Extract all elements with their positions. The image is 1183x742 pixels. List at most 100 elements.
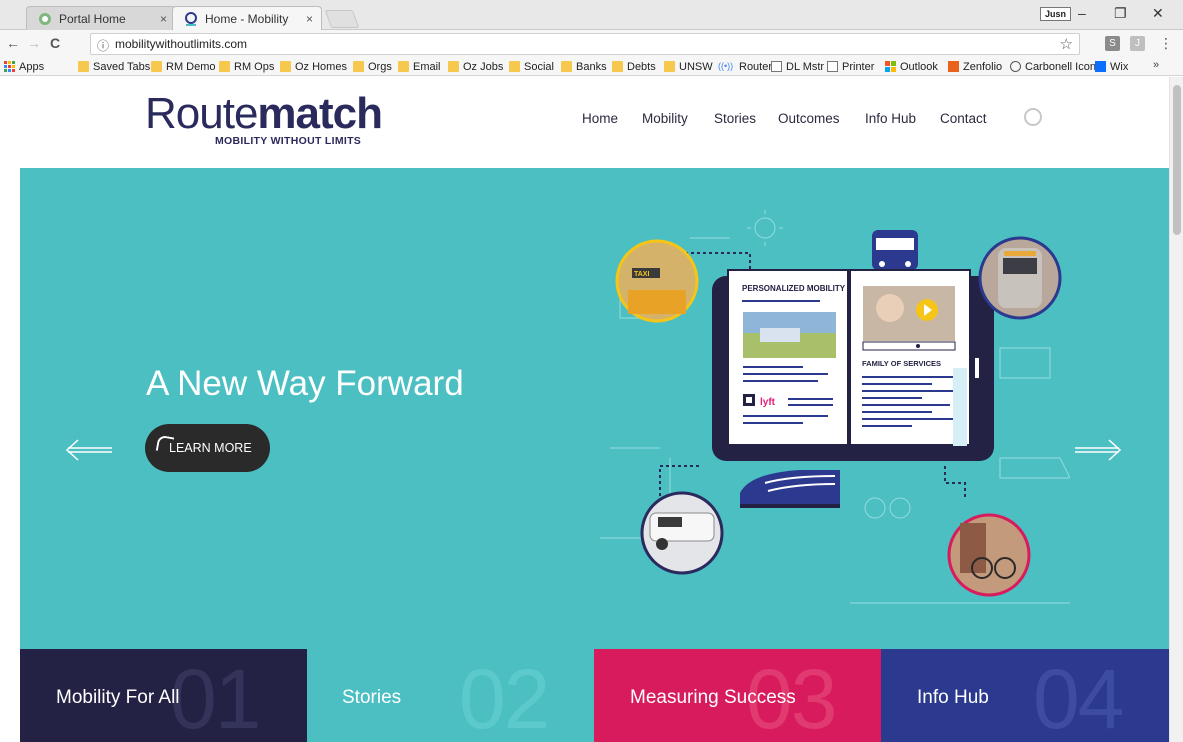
bookmark-wix[interactable]: Wix [1095, 60, 1128, 74]
tab-label: Portal Home [59, 12, 126, 26]
nav-info-hub[interactable]: Info Hub [865, 111, 916, 126]
taxi-photo: TAXI [615, 239, 699, 323]
logo-wordmark: Routematch [145, 89, 383, 138]
browser-menu-icon[interactable]: ⋮ [1159, 35, 1173, 52]
back-icon[interactable]: ← [6, 35, 20, 51]
reload-icon[interactable]: C [50, 35, 60, 51]
bookmarks-overflow-icon[interactable]: » [1153, 59, 1159, 71]
lyft-logo: lyft [760, 397, 776, 408]
tab-portal-home[interactable]: Portal Home × [26, 6, 176, 30]
tram-photo [978, 236, 1062, 320]
tab-mobility-home[interactable]: Home - Mobility Withou × [172, 6, 322, 50]
windows-icon [885, 61, 896, 72]
bookmark-apps[interactable]: Apps [4, 60, 44, 74]
bookmark-oz-jobs[interactable]: Oz Jobs [448, 60, 503, 74]
window-close-icon[interactable]: ✕ [1152, 5, 1164, 22]
folder-icon [151, 61, 162, 72]
minimize-icon[interactable]: – [1078, 5, 1086, 21]
nav-home[interactable]: Home [582, 111, 618, 126]
tile-mobility-for-all[interactable]: 01 Mobility For All [20, 649, 307, 742]
search-icon[interactable] [1024, 108, 1042, 126]
bookmark-unsw[interactable]: UNSW [664, 60, 713, 74]
bookmark-outlook[interactable]: Outlook [885, 60, 938, 74]
bookmark-zenfolio[interactable]: Zenfolio [948, 60, 1002, 74]
page-scrollbar[interactable] [1169, 77, 1183, 742]
wix-icon [1095, 61, 1106, 72]
folder-icon [509, 61, 520, 72]
button-arc-icon [155, 434, 175, 454]
bookmark-debts[interactable]: Debts [612, 60, 656, 74]
tile-label: Info Hub [917, 687, 989, 708]
bookmark-star-icon[interactable]: ☆ [1060, 35, 1073, 53]
restore-icon[interactable]: ❐ [1114, 5, 1127, 22]
folder-icon [280, 61, 291, 72]
page-left-heading: PERSONALIZED MOBILITY [742, 284, 846, 293]
bookmark-dl-mstr[interactable]: DL Mstr [771, 60, 824, 74]
page-right-heading: FAMILY OF SERVICES [862, 359, 941, 368]
tile-label: Measuring Success [630, 687, 796, 708]
bookmark-email[interactable]: Email [398, 60, 441, 74]
forward-icon[interactable]: → [27, 35, 41, 51]
nav-contact[interactable]: Contact [940, 111, 987, 126]
prev-arrow-icon[interactable] [64, 438, 114, 462]
portal-favicon-icon [39, 13, 51, 25]
car-photo [640, 491, 724, 575]
bookmark-banks[interactable]: Banks [561, 60, 607, 74]
bookmark-rm-demo[interactable]: RM Demo [151, 60, 216, 74]
zenfolio-icon [948, 61, 959, 72]
next-arrow-icon[interactable] [1073, 438, 1123, 462]
browser-toolbar: ← → C ⓘ mobilitywithoutlimits.com ☆ S J … [0, 30, 1183, 58]
nav-mobility[interactable]: Mobility [642, 111, 688, 126]
router-icon: ((•)) [718, 61, 734, 71]
bookmark-rm-ops[interactable]: RM Ops [219, 60, 274, 74]
bookmark-orgs[interactable]: Orgs [353, 60, 392, 74]
bookmark-saved-tabs[interactable]: Saved Tabs [78, 60, 150, 74]
tile-stories[interactable]: 02 Stories [307, 649, 594, 742]
address-bar[interactable]: ⓘ mobilitywithoutlimits.com ☆ [90, 33, 1080, 55]
folder-icon [612, 61, 623, 72]
profile-badge[interactable]: Jusn [1040, 7, 1072, 21]
routematch-logo[interactable]: Routematch MOBILITY WITHOUT LIMITS [145, 91, 385, 151]
folder-icon [78, 61, 89, 72]
nav-stories[interactable]: Stories [714, 111, 756, 126]
tab-close-icon[interactable]: × [160, 7, 167, 31]
new-tab-button[interactable] [324, 10, 360, 28]
learn-more-button[interactable]: LEARN MORE [145, 424, 270, 472]
tile-number: 01 [170, 652, 261, 742]
routematch-favicon-icon [185, 12, 197, 26]
train-icon [740, 470, 840, 508]
bookmark-oz-homes[interactable]: Oz Homes [280, 60, 347, 74]
bookmark-router[interactable]: ((•)) Router [718, 60, 772, 74]
tile-number: 02 [459, 652, 550, 742]
folder-icon [353, 61, 364, 72]
tile-label: Mobility For All [56, 687, 180, 708]
folder-icon [561, 61, 572, 72]
folder-icon [398, 61, 409, 72]
tab-close-icon[interactable]: × [306, 7, 313, 31]
folder-icon [448, 61, 459, 72]
tile-number: 04 [1033, 652, 1124, 742]
bookmarks-bar: Apps Saved Tabs RM Demo RM Ops Oz Homes … [0, 58, 1183, 76]
nav-outcomes[interactable]: Outcomes [778, 111, 840, 126]
bookmark-printer[interactable]: Printer [827, 60, 874, 74]
extension-s-icon[interactable]: S [1105, 36, 1120, 51]
url-text[interactable]: mobilitywithoutlimits.com [115, 37, 247, 51]
folder-icon [664, 61, 675, 72]
extension-j-icon[interactable]: J [1130, 36, 1145, 51]
apps-grid-icon [4, 61, 15, 72]
folder-icon [219, 61, 230, 72]
tile-info-hub[interactable]: 04 Info Hub [881, 649, 1169, 742]
carbonell-icon [1010, 61, 1021, 72]
scrollbar-thumb[interactable] [1173, 85, 1181, 235]
hero-headline: A New Way Forward [146, 364, 464, 403]
bike-photo [947, 513, 1031, 597]
bookmark-carbonell[interactable]: Carbonell Icon [1010, 60, 1096, 74]
page-icon [827, 61, 838, 72]
hero-slider: A New Way Forward LEARN MORE PERSONALIZE… [20, 168, 1169, 649]
bookmark-social[interactable]: Social [509, 60, 554, 74]
page-icon [771, 61, 782, 72]
taxi-sign: TAXI [634, 271, 649, 278]
site-info-icon[interactable]: ⓘ [97, 37, 109, 54]
tile-measuring-success[interactable]: 03 Measuring Success [594, 649, 881, 742]
hero-illustration: PERSONALIZED MOBILITY lyft FAMILY OF SER… [600, 210, 1070, 604]
